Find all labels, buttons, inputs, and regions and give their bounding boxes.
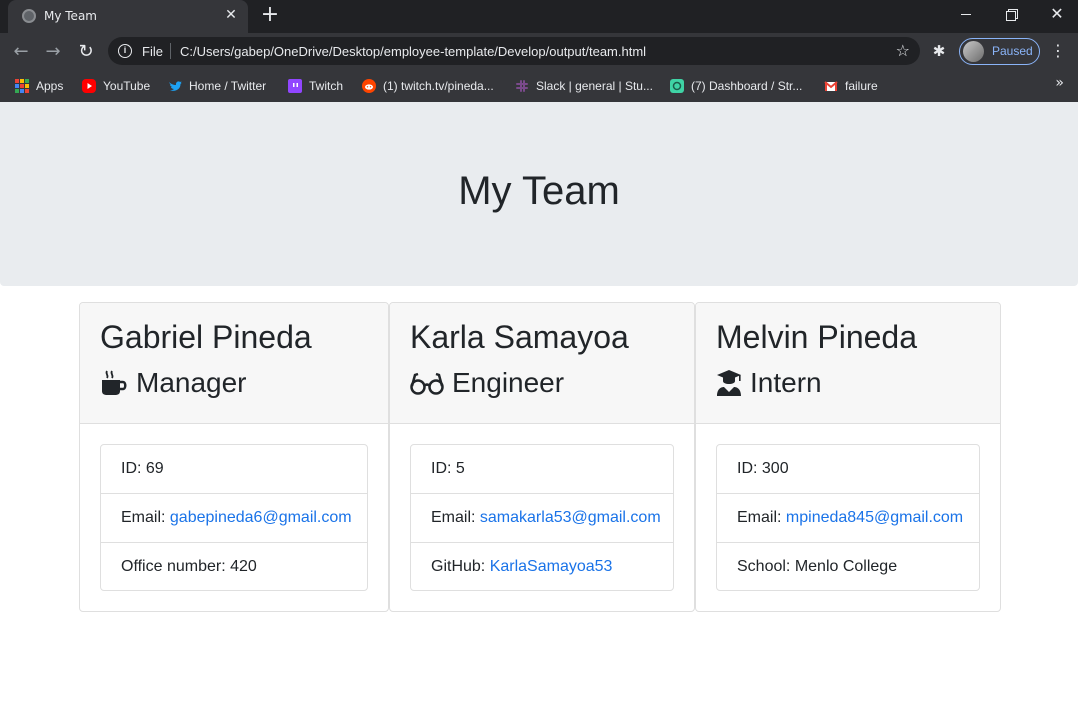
office-number: Office number: 420 [121,558,257,575]
employee-email-row: Email: mpineda845@gmail.com [717,494,979,543]
employee-card: Karla Samayoa Engineer ID: 5 Email: sama… [389,302,695,612]
restore-button[interactable] [988,0,1034,30]
youtube-icon [82,79,96,93]
profile-status: Paused [992,44,1033,58]
bookmarks-bar: Apps YouTube Home / Twitter Twitch (1) t… [0,70,1078,102]
bookmark-label: Apps [36,79,64,93]
globe-icon [22,9,36,23]
email-label: Email: [431,509,480,526]
bookmark-reddit[interactable]: (1) twitch.tv/pineda... [362,76,494,96]
twitch-icon [288,79,302,93]
employee-card: Melvin Pineda Intern ID: 300 Email: mpin… [695,302,1001,612]
more-menu-icon[interactable]: ⋮ [1050,41,1066,61]
github-row: GitHub: KarlaSamayoa53 [411,543,673,590]
employee-details: ID: 69 Email: gabepineda6@gmail.com Offi… [100,444,368,591]
card-header: Karla Samayoa Engineer [390,303,694,424]
gmail-icon [824,79,838,93]
employee-email-row: Email: gabepineda6@gmail.com [101,494,367,543]
bookmark-slack[interactable]: Slack | general | Stu... [515,76,653,96]
bookmark-twitch[interactable]: Twitch [288,76,343,96]
role-label: Engineer [452,367,565,398]
page-header: My Team [0,102,1078,286]
new-tab-button[interactable]: + [258,4,282,28]
bookmark-apps[interactable]: Apps [15,76,63,96]
bookmark-label: Home / Twitter [189,79,267,93]
employee-id: ID: 5 [411,445,673,494]
twitter-icon [168,79,182,93]
employee-card: Gabriel Pineda Manager ID: 69 Email: gab… [79,302,389,612]
glasses-icon [410,372,444,395]
extensions-icon[interactable]: ✱ [930,42,948,60]
role-label: Intern [750,367,822,398]
bookmark-label: Twitch [309,79,344,93]
card-header: Gabriel Pineda Manager [80,303,388,424]
bookmark-label: (1) twitch.tv/pineda... [383,79,494,93]
star-icon[interactable]: ☆ [896,41,910,60]
employee-role: Engineer [410,367,564,399]
minimize-button[interactable] [942,0,988,30]
back-button[interactable]: ← [8,39,34,65]
employee-details: ID: 300 Email: mpineda845@gmail.com Scho… [716,444,980,591]
info-icon[interactable]: i [118,44,132,58]
bookmark-label: failure [845,79,878,93]
employee-email-row: Email: samakarla53@gmail.com [411,494,673,543]
email-link[interactable]: samakarla53@gmail.com [480,509,661,526]
apps-grid-icon [15,79,29,93]
file-label: File [142,44,163,59]
dashboard-icon [670,79,684,93]
address-bar[interactable]: i File C:/Users/gabep/OneDrive/Desktop/e… [108,37,920,65]
bookmark-dashboard[interactable]: (7) Dashboard / Str... [670,76,802,96]
profile-button[interactable]: Paused [959,38,1040,65]
bookmark-youtube[interactable]: YouTube [82,76,150,96]
employee-id: ID: 69 [101,445,367,494]
reload-button[interactable]: ↻ [73,39,99,65]
bookmark-twitter[interactable]: Home / Twitter [168,76,266,96]
employee-details: ID: 5 Email: samakarla53@gmail.com GitHu… [410,444,674,591]
employee-id: ID: 300 [717,445,979,494]
employee-name: Gabriel Pineda [100,319,312,355]
mug-icon [102,370,127,395]
employee-role: Intern [716,367,822,399]
email-label: Email: [737,509,786,526]
close-window-button[interactable]: ✕ [1034,0,1078,30]
bookmark-label: (7) Dashboard / Str... [691,79,803,93]
reddit-icon [362,79,376,93]
employee-name: Karla Samayoa [410,319,629,355]
email-link[interactable]: mpineda845@gmail.com [786,509,963,526]
bookmark-failure[interactable]: failure [824,76,878,96]
email-label: Email: [121,509,170,526]
forward-button[interactable]: → [40,39,66,65]
browser-toolbar: ← → ↻ i File C:/Users/gabep/OneDrive/Des… [0,33,1078,70]
school-row: School: Menlo College [737,558,898,575]
more-bookmarks-icon[interactable]: » [1055,75,1064,91]
bookmark-label: Slack | general | Stu... [536,79,653,93]
github-label: GitHub: [431,558,490,575]
slack-icon [515,79,529,93]
page-title: My Team [458,169,620,213]
graduate-icon [717,370,741,396]
divider [170,43,171,59]
bookmark-label: YouTube [103,79,151,93]
tab-title: My Team [44,9,97,23]
email-link[interactable]: gabepineda6@gmail.com [170,509,352,526]
employee-name: Melvin Pineda [716,319,917,355]
url-text[interactable]: C:/Users/gabep/OneDrive/Desktop/employee… [180,44,646,59]
avatar [963,41,984,62]
employee-role: Manager [100,367,247,399]
tab-strip: My Team ✕ + ✕ [0,0,1078,33]
close-tab-icon[interactable]: ✕ [222,6,240,24]
role-label: Manager [136,367,247,398]
browser-tab[interactable]: My Team ✕ [8,0,248,33]
github-link[interactable]: KarlaSamayoa53 [490,558,613,575]
card-header: Melvin Pineda Intern [696,303,1000,424]
